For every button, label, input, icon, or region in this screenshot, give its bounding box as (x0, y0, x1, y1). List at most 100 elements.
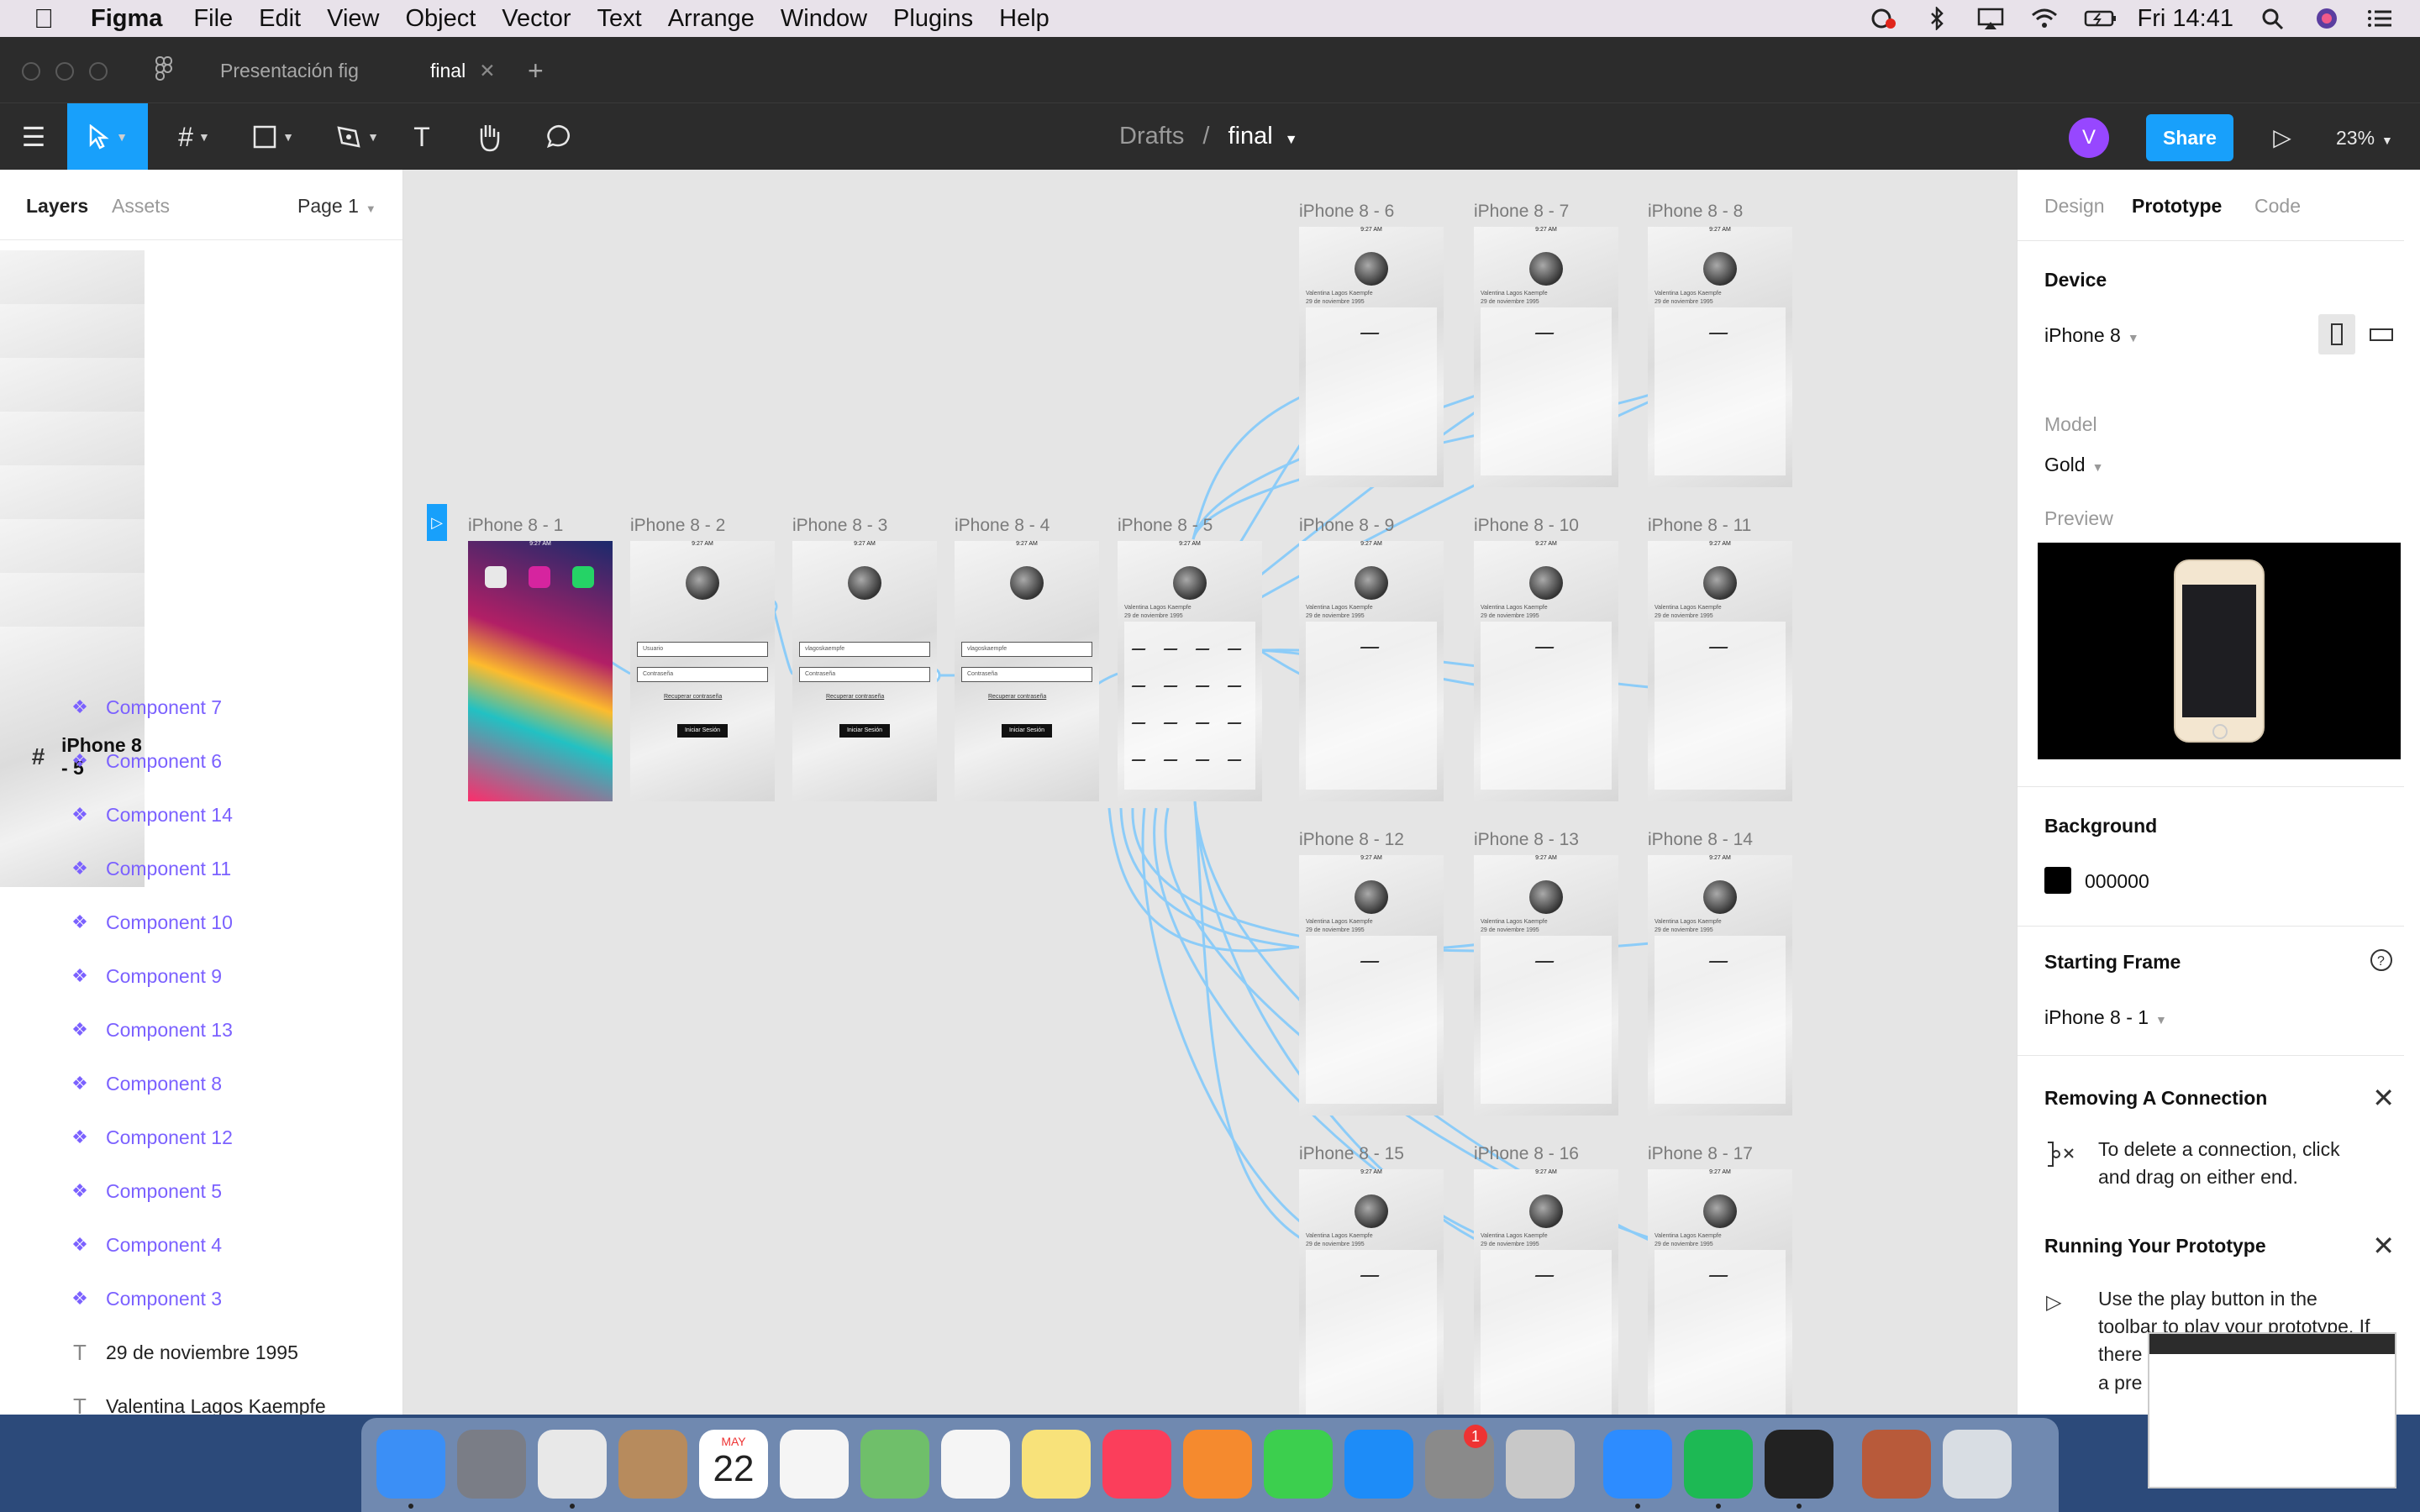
bluetooth-icon[interactable] (1923, 5, 1951, 32)
iphone-frame[interactable]: 9:27 AM Valentina Lagos Kaempfe 29 de novi… (1474, 855, 1618, 1116)
layer-row-component[interactable]: ❖ Component 5 (0, 1164, 402, 1218)
canvas[interactable]: ▷ iPhone 8 - 1 9:27 AM iPhone 8 - 2 9:27 AM… (403, 170, 2017, 1415)
starting-frame-select[interactable]: iPhone 8 - 1 ▼ (2044, 1006, 2167, 1029)
comment-tool-button[interactable] (539, 103, 576, 171)
zoom-window-button[interactable] (89, 62, 108, 81)
notification-center-icon[interactable] (2366, 7, 2395, 30)
frame-label[interactable]: iPhone 8 - 17 (1648, 1144, 1753, 1164)
frame-label[interactable]: iPhone 8 - 2 (630, 516, 725, 536)
close-window-button[interactable] (22, 62, 40, 81)
iphone-frame[interactable]: 9:27 AM vlagoskaempfe Contraseña Recuperar … (792, 541, 937, 801)
layer-row-component[interactable]: ❖ Component 14 (0, 788, 402, 842)
present-play-icon[interactable]: ▷ (2265, 119, 2299, 156)
pen-tool-button[interactable]: ▼ (328, 103, 387, 171)
layer-row-component[interactable]: ❖ Component 9 (0, 949, 402, 1003)
frame-label[interactable]: iPhone 8 - 1 (468, 516, 563, 536)
file-name[interactable]: final (1228, 123, 1273, 150)
hand-tool-button[interactable] (471, 103, 508, 171)
close-icon[interactable]: ✕ (2372, 1230, 2395, 1262)
dock-facetime-icon[interactable] (1264, 1430, 1333, 1499)
share-button[interactable]: Share (2146, 114, 2233, 161)
password-field[interactable]: Contraseña (961, 667, 1092, 682)
frame-label[interactable]: iPhone 8 - 6 (1299, 202, 1394, 222)
password-field[interactable]: Contraseña (799, 667, 930, 682)
frame-label[interactable]: iPhone 8 - 13 (1474, 830, 1579, 850)
siri-icon[interactable] (2312, 7, 2341, 30)
dock-photos-icon[interactable] (941, 1430, 1010, 1499)
menu-plugins[interactable]: Plugins (893, 5, 973, 33)
layer-row-component[interactable]: ❖ Component 13 (0, 1003, 402, 1057)
tab-layers[interactable]: Layers (26, 195, 88, 218)
menu-app-name[interactable]: Figma (91, 5, 162, 33)
login-button[interactable]: Iniciar Sesión (1002, 724, 1052, 738)
dock-music-icon[interactable] (1102, 1430, 1171, 1499)
layer-row-component[interactable]: ❖ Component 12 (0, 1110, 402, 1164)
dock-spotify-icon[interactable] (1684, 1430, 1753, 1499)
tab-presentacion[interactable]: Presentación fig (220, 37, 359, 102)
frame-label[interactable]: iPhone 8 - 14 (1648, 830, 1753, 850)
airplay-icon[interactable] (1976, 7, 2005, 30)
dock-chrome-icon[interactable] (538, 1430, 607, 1499)
layer-row-component[interactable]: ❖ Component 7 (0, 680, 402, 734)
minimize-window-button[interactable] (55, 62, 74, 81)
tab-prototype[interactable]: Prototype (2132, 195, 2222, 218)
iphone-frame[interactable]: 9:27 AM Usuario Contraseña Recuperar contra… (630, 541, 775, 801)
dock-figma-icon[interactable] (1765, 1430, 1833, 1499)
screenshot-thumbnail[interactable] (2148, 1332, 2396, 1488)
text-tool-button[interactable]: T (403, 103, 440, 171)
forgot-password-link[interactable]: Recuperar contraseña (826, 694, 884, 700)
figma-home-icon[interactable] (151, 55, 176, 84)
dock-trash-icon[interactable] (1943, 1430, 2012, 1499)
layer-row-text[interactable]: T 29 de noviembre 1995 (0, 1326, 402, 1379)
flow-start-play-icon[interactable]: ▷ (427, 504, 447, 541)
menu-view[interactable]: View (327, 5, 379, 33)
forgot-password-link[interactable]: Recuperar contraseña (664, 694, 722, 700)
iphone-frame[interactable]: 9:27 AM Valentina Lagos Kaempfe 29 de novi… (1648, 227, 1792, 487)
iphone-frame[interactable]: 9:27 AM vlagoskaempfe Contraseña Recuperar … (955, 541, 1099, 801)
layer-row-component[interactable]: ❖ Component 11 (0, 842, 402, 895)
iphone-frame[interactable]: 9:27 AM Valentina Lagos Kaempfe 29 de novi… (1118, 541, 1262, 801)
spotlight-search-icon[interactable] (2259, 7, 2287, 30)
tab-design[interactable]: Design (2044, 195, 2105, 218)
dock-preview-icon[interactable] (1506, 1430, 1575, 1499)
layer-row-text[interactable]: T Valentina Lagos Kaempfe (0, 1379, 402, 1415)
dock-notes-icon[interactable] (1022, 1430, 1091, 1499)
menu-edit[interactable]: Edit (259, 5, 301, 33)
menu-vector[interactable]: Vector (502, 5, 571, 33)
dock-mail-icon[interactable] (618, 1430, 687, 1499)
frame-label[interactable]: iPhone 8 - 3 (792, 516, 887, 536)
frame-label[interactable]: iPhone 8 - 11 (1648, 516, 1751, 536)
close-tab-icon[interactable]: ✕ (479, 60, 495, 81)
frame-label[interactable]: iPhone 8 - 8 (1648, 202, 1743, 222)
iphone-frame[interactable]: 9:27 AM Valentina Lagos Kaempfe 29 de novi… (1299, 227, 1444, 487)
move-tool-button[interactable]: ▼ (67, 103, 148, 171)
frame-label[interactable]: iPhone 8 - 10 (1474, 516, 1579, 536)
layer-row-component[interactable]: ❖ Component 4 (0, 1218, 402, 1272)
instagram-icon[interactable] (529, 566, 550, 588)
forgot-password-link[interactable]: Recuperar contraseña (988, 694, 1046, 700)
iphone-frame[interactable]: 9:27 AM (468, 541, 613, 801)
portrait-orientation-button[interactable] (2318, 314, 2355, 354)
breadcrumb-drafts[interactable]: Drafts (1119, 123, 1184, 150)
shape-tool-button[interactable]: ▼ (244, 103, 302, 171)
login-button[interactable]: Iniciar Sesión (839, 724, 890, 738)
menu-help[interactable]: Help (999, 5, 1050, 33)
layer-row-component[interactable]: ❖ Component 6 (0, 734, 402, 788)
toggle-app-icon[interactable] (485, 566, 507, 588)
iphone-frame[interactable]: 9:27 AM Valentina Lagos Kaempfe 29 de novi… (1299, 1169, 1444, 1415)
tab-code[interactable]: Code (2254, 195, 2301, 218)
landscape-orientation-button[interactable] (2362, 314, 2399, 354)
menu-file[interactable]: File (193, 5, 233, 33)
username-field[interactable]: Usuario (637, 642, 768, 657)
dock-launchpad-icon[interactable] (457, 1430, 526, 1499)
chevron-down-icon[interactable]: ▼ (1285, 133, 1298, 147)
tab-final[interactable]: final ✕ (430, 37, 495, 102)
menu-window[interactable]: Window (781, 5, 867, 33)
iphone-frame[interactable]: 9:27 AM Valentina Lagos Kaempfe 29 de novi… (1474, 1169, 1618, 1415)
dock-reminders-icon[interactable] (780, 1430, 849, 1499)
layer-row-component[interactable]: ❖ Component 3 (0, 1272, 402, 1326)
device-select[interactable]: iPhone 8 ▼ (2044, 324, 2139, 347)
frame-label[interactable]: iPhone 8 - 4 (955, 516, 1050, 536)
menu-object[interactable]: Object (405, 5, 476, 33)
main-menu-icon[interactable]: ☰ (17, 103, 50, 171)
